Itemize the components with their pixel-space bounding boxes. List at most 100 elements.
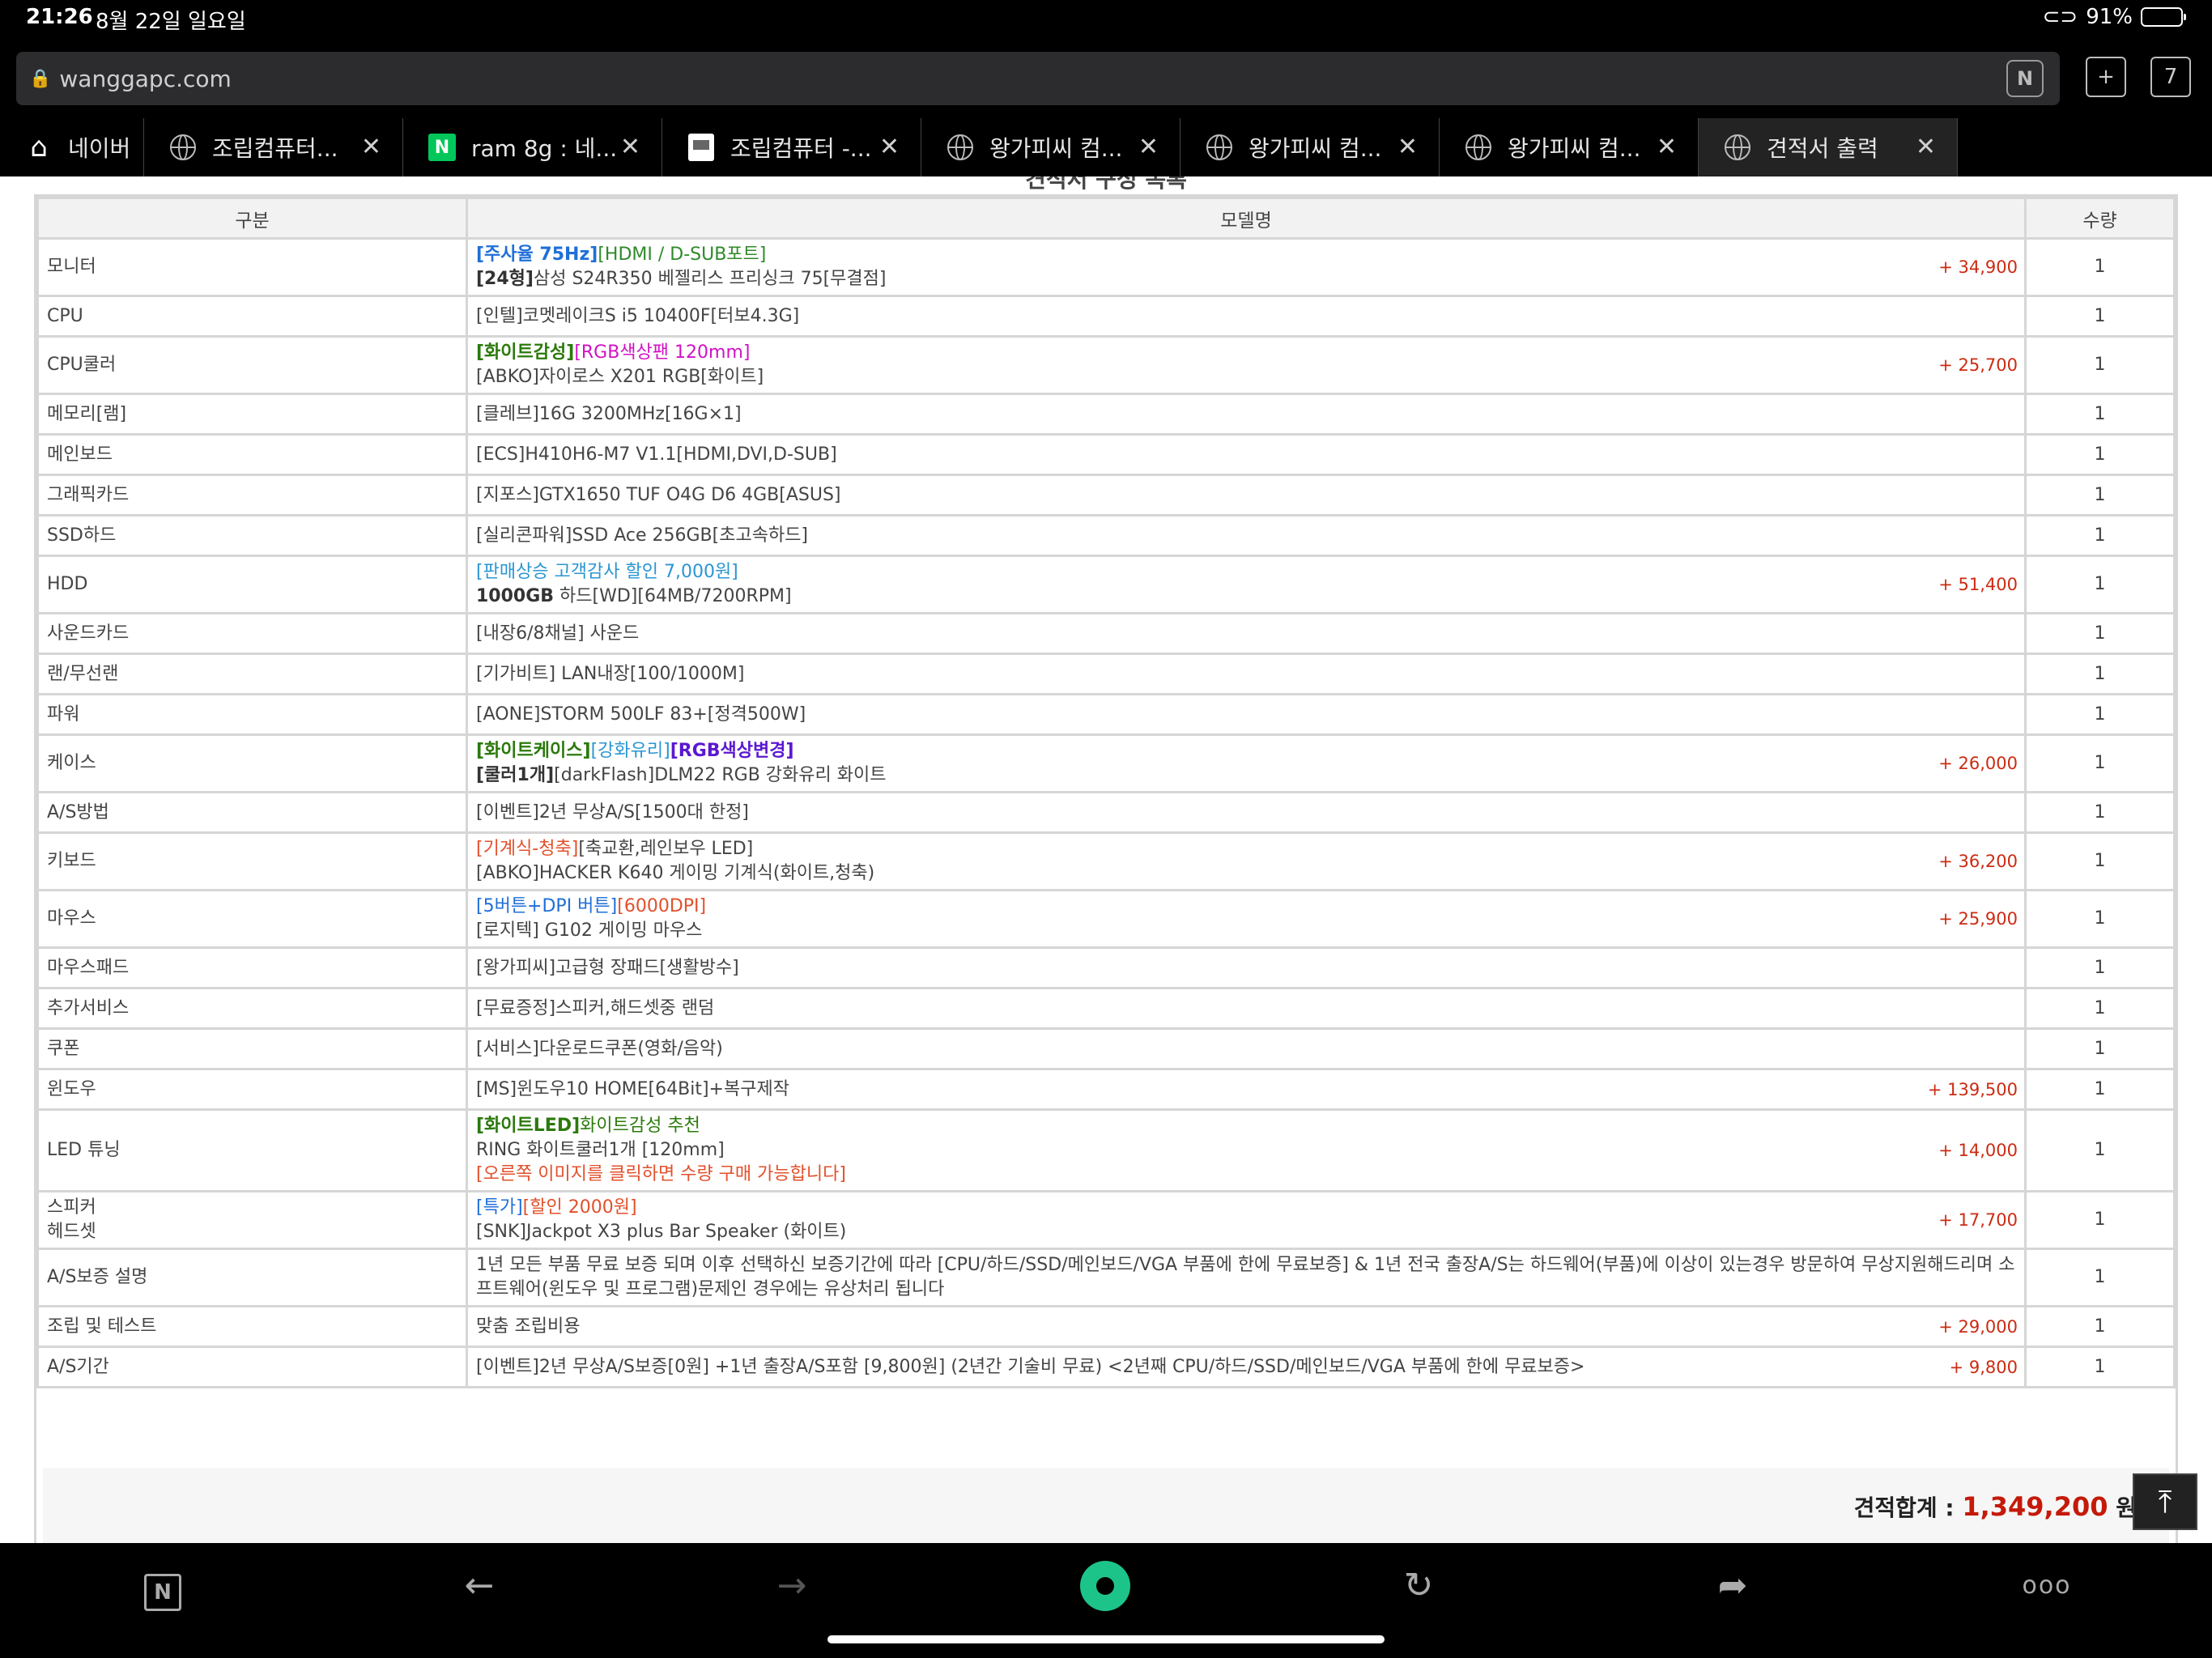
close-icon[interactable]: ✕ [879, 133, 900, 161]
model-name: [로지텍] G102 게이밍 마우스 [476, 920, 703, 941]
close-icon[interactable]: ✕ [1916, 133, 1936, 161]
back-arrow-icon[interactable]: ← [455, 1561, 504, 1609]
row-price: + 17,700 [1938, 1210, 2018, 1230]
url-text[interactable]: wanggapc.com [59, 66, 231, 92]
row-qty: 1 [2024, 791, 2176, 834]
model-name: [이벤트]2년 무상A/S보증[0원] +1년 출장A/S포함 [9,800원]… [476, 1356, 1585, 1377]
row-qty: 1 [2024, 433, 2176, 476]
row-category: 스피커 헤드셋 [36, 1190, 468, 1250]
table-row: 추가서비스 [무료증정]스피커,해드셋중 랜덤 1 [36, 987, 2176, 1030]
status-bar: 21:26 8월 22일 일요일 ⊂⊃ 91% [0, 0, 2212, 40]
row-category: SSD하드 [36, 514, 468, 557]
scroll-to-top-button[interactable]: ⤒ [2133, 1473, 2197, 1530]
naver-home-icon[interactable]: N [2006, 60, 2044, 97]
close-icon[interactable]: ✕ [620, 133, 640, 161]
tab-6[interactable]: 왕가피씨 컴... ✕ [1440, 118, 1699, 176]
row-qty: 1 [2024, 831, 2176, 891]
row-qty: 1 [2024, 555, 2176, 614]
row-category: LED 튜닝 [36, 1108, 468, 1192]
globe-icon [168, 133, 198, 162]
close-icon[interactable]: ✕ [1138, 133, 1159, 161]
tab-label: 네이버 [68, 135, 131, 162]
row-model: [주사율 75Hz][HDMI / D-SUB포트] [24형]삼성 S24R3… [466, 237, 2027, 297]
row-model: 맞춤 조립비용 + 29,000 [466, 1305, 2027, 1348]
tab-4[interactable]: 왕가피씨 컴... ✕ [921, 118, 1180, 176]
row-qty: 1 [2024, 1108, 2176, 1192]
row-qty: 1 [2024, 393, 2176, 436]
tab-label: 조립컴퓨터... [212, 135, 338, 162]
tab-2[interactable]: N ram 8g : 네... ✕ [403, 118, 662, 176]
battery-percent: 91% [2086, 5, 2133, 29]
row-model: [무료증정]스피커,해드셋중 랜덤 [466, 987, 2027, 1030]
row-price: + 26,000 [1938, 754, 2018, 773]
table-row: 스피커 헤드셋 [특가][할인 2000원] [SNK]Jackpot X3 p… [36, 1190, 2176, 1250]
row-category: 메인보드 [36, 433, 468, 476]
model-tag: [주사율 75Hz] [476, 244, 598, 265]
quote-table: 구분 모델명 수량 모니터 [주사율 75Hz][HDMI / D-SUB포트]… [36, 197, 2176, 1388]
model-tag: [RGB색상팬 120mm] [574, 342, 751, 363]
new-tab-icon[interactable]: + [2086, 57, 2126, 97]
tab-label: 조립컴퓨터 -... [730, 135, 872, 162]
more-icon[interactable]: ooo [2022, 1561, 2071, 1609]
reload-icon[interactable]: ↻ [1394, 1561, 1443, 1609]
tab-count-button[interactable]: 7 [2150, 57, 2191, 97]
total-amount: 1,349,200 [1962, 1491, 2108, 1522]
green-dot-icon[interactable] [1080, 1561, 1130, 1611]
estimate-total: 견적합계 : 1,349,200 원 [1854, 1490, 2137, 1523]
model-tag: [쿨러1개] [476, 765, 555, 785]
row-qty: 1 [2024, 1068, 2176, 1111]
close-icon[interactable]: ✕ [361, 133, 381, 161]
status-time: 21:26 [26, 5, 93, 29]
row-price: + 14,000 [1938, 1141, 2018, 1160]
row-category: 랜/무선랜 [36, 653, 468, 695]
row-model: [특가][할인 2000원] [SNK]Jackpot X3 plus Bar … [466, 1190, 2027, 1250]
close-icon[interactable]: ✕ [1397, 133, 1418, 161]
model-tag: [강화유리] [590, 741, 670, 761]
model-size: 1000GB [476, 586, 555, 606]
model-size: [24형] [476, 269, 534, 289]
category-line: 헤드셋 [47, 1222, 96, 1242]
row-model: [판매상승 고객감사 할인 7,000원] 1000GB 하드[WD][64MB… [466, 555, 2027, 614]
model-tag: [RGB색상변경] [670, 741, 794, 761]
row-model: [이벤트]2년 무상A/S[1500대 한정] [466, 791, 2027, 834]
model-tag: [HDMI / D-SUB포트] [598, 244, 767, 265]
row-category: 윈도우 [36, 1068, 468, 1111]
row-category: 그래픽카드 [36, 474, 468, 517]
row-price: + 34,900 [1938, 257, 2018, 277]
forward-arrow-icon[interactable]: → [768, 1561, 816, 1609]
tab-3[interactable]: 조립컴퓨터 -... ✕ [662, 118, 921, 176]
status-date: 8월 22일 일요일 [96, 10, 246, 34]
model-name: [ABKO]자이로스 X201 RGB[화이트] [476, 367, 764, 387]
naver-n-icon[interactable]: N [144, 1574, 181, 1611]
model-name: 삼성 S24R350 베젤리스 프리싱크 75[무결점] [533, 269, 887, 289]
tab-1[interactable]: 조립컴퓨터... ✕ [144, 118, 403, 176]
row-category: 모니터 [36, 237, 468, 297]
model-name: RING 화이트쿨러1개 [120mm] [476, 1140, 725, 1160]
model-tag: [특가] [476, 1197, 523, 1218]
row-model: [지포스]GTX1650 TUF O4G D6 4GB[ASUS] [466, 474, 2027, 517]
table-row: 조립 및 테스트 맞춤 조립비용 + 29,000 1 [36, 1305, 2176, 1348]
share-icon[interactable]: ➦ [1708, 1561, 1757, 1609]
row-category: 조립 및 테스트 [36, 1305, 468, 1348]
address-bar[interactable]: 🔒 wanggapc.com N [16, 52, 2060, 105]
row-qty: 1 [2024, 1346, 2176, 1388]
row-qty: 1 [2024, 474, 2176, 517]
close-icon[interactable]: ✕ [1657, 133, 1677, 161]
row-qty: 1 [2024, 693, 2176, 736]
table-row: A/S보증 설명 1년 모든 부품 무료 보증 되며 이후 선택하신 보증기간에… [36, 1248, 2176, 1307]
model-name: [MS]윈도우10 HOME[64Bit]+복구제작 [476, 1078, 789, 1099]
tab-naver[interactable]: ⌂ 네이버 [0, 118, 144, 176]
page-title: 견적서 구성 목록 [1025, 176, 1187, 193]
web-content: 견적서 구성 목록 구분 모델명 수량 모니터 [주사율 75Hz][HDMI … [0, 176, 2212, 1543]
globe-icon [946, 133, 975, 162]
row-qty: 1 [2024, 237, 2176, 297]
row-price: + 139,500 [1927, 1079, 2018, 1099]
model-note: [오른쪽 이미지를 클릭하면 수량 구매 가능합니다] [476, 1164, 846, 1184]
tab-7-active[interactable]: 견적서 출력 ✕ [1699, 118, 1958, 176]
table-row: CPU쿨러 [화이트감성][RGB색상팬 120mm] [ABKO]자이로스 X… [36, 335, 2176, 395]
row-model: [5버튼+DPI 버튼][6000DPI] [로지텍] G102 게이밍 마우스… [466, 889, 2027, 949]
row-price: + 29,000 [1938, 1316, 2018, 1337]
tab-5[interactable]: 왕가피씨 컴... ✕ [1180, 118, 1440, 176]
row-model: [내장6/8채널] 사운드 [466, 612, 2027, 655]
row-price: + 9,800 [1949, 1357, 2018, 1377]
